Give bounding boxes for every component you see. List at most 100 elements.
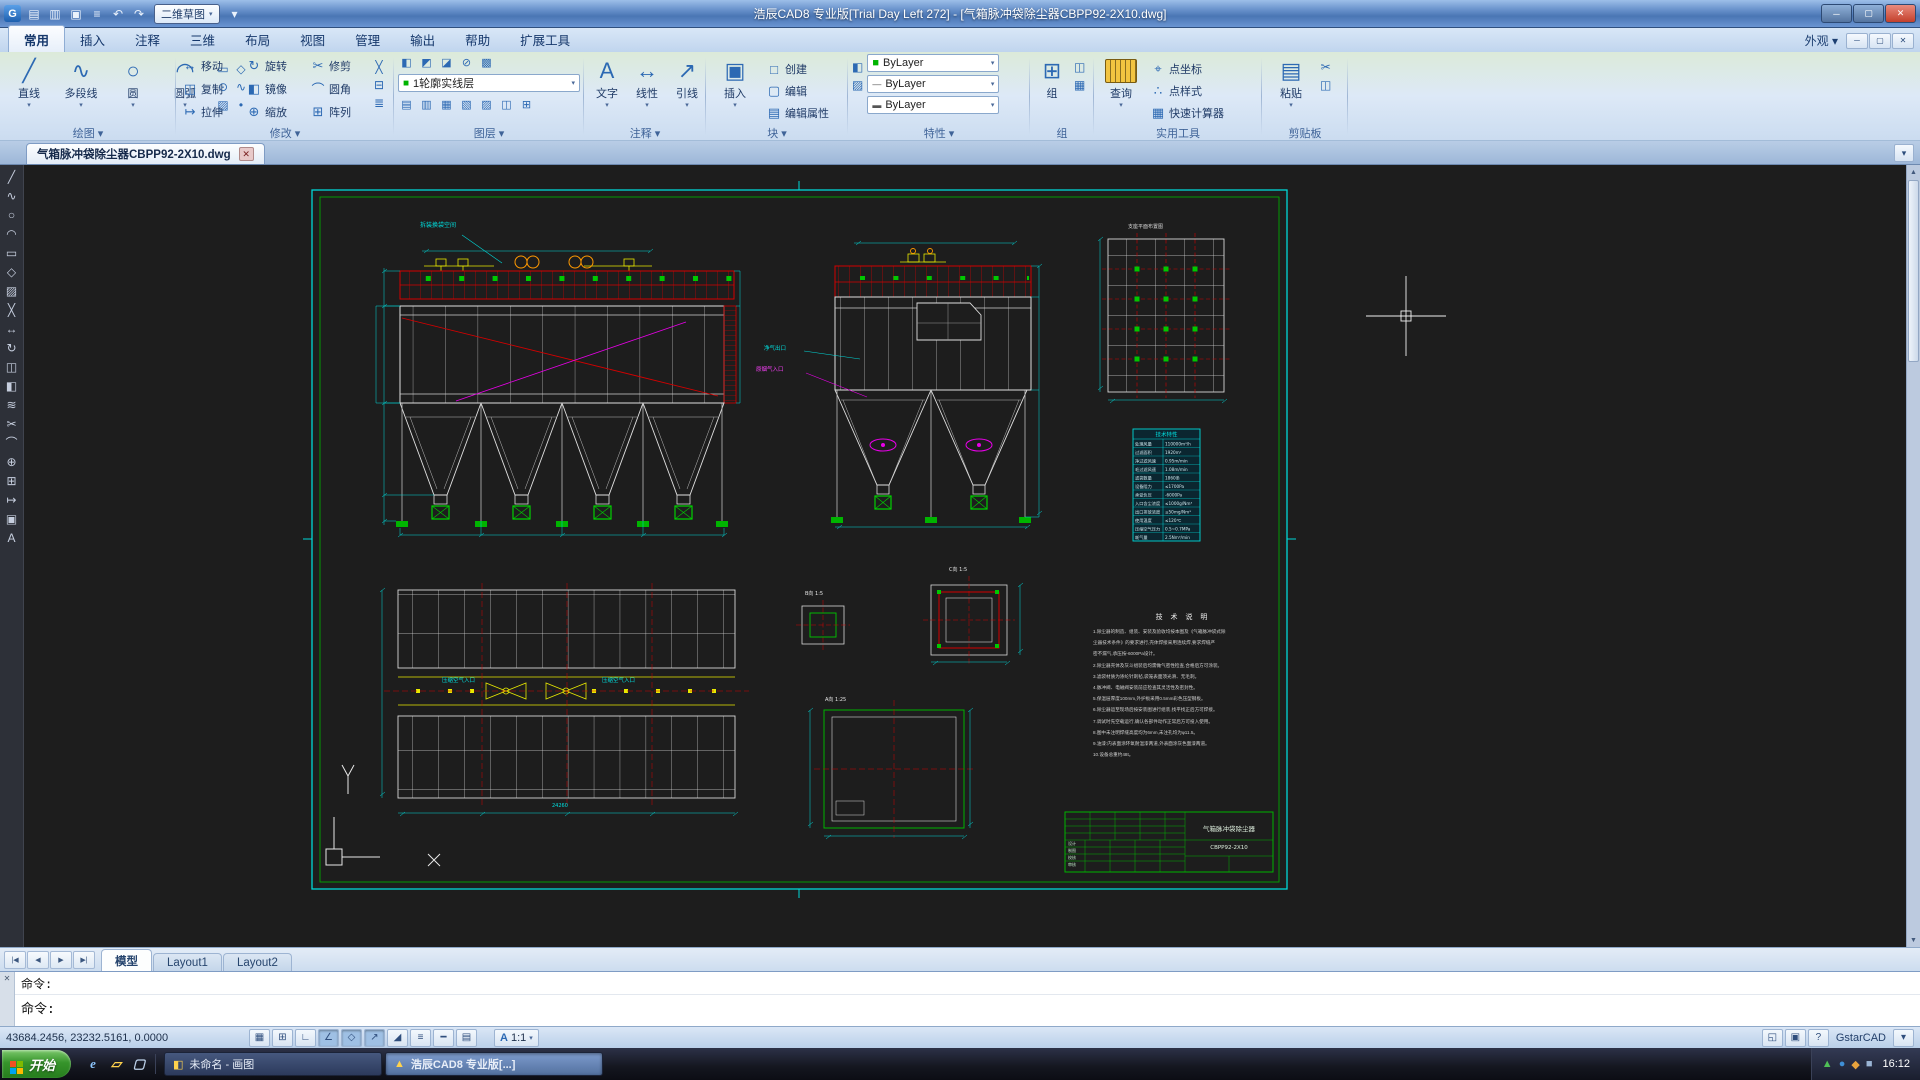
annotate-tool-button[interactable]: A 文字▾ xyxy=(588,54,626,124)
layer-state-icon[interactable]: ◪ xyxy=(438,54,455,70)
insert-block-button[interactable]: ▣ 插入▾ xyxy=(710,54,760,124)
layer-tool-icon[interactable]: ▥ xyxy=(418,96,435,112)
group-mini-button[interactable]: ◫ xyxy=(1074,58,1085,76)
draw-tool-button[interactable]: ∿ 多段线▾ xyxy=(56,54,106,124)
layer-tool-icon[interactable]: ▦ xyxy=(438,96,455,112)
block-tool-button[interactable]: ▤编辑属性 xyxy=(764,102,829,124)
status-toggle-button[interactable]: ∟ xyxy=(295,1029,316,1047)
quicklaunch-icon[interactable]: e xyxy=(83,1054,103,1074)
layer-tool-icon[interactable]: ▨ xyxy=(478,96,495,112)
document-tab[interactable]: 气箱脉冲袋除尘器CBPP92-2X10.dwg ✕ xyxy=(26,143,265,164)
status-toggle-button[interactable]: ⊞ xyxy=(272,1029,293,1047)
palette-tool-button[interactable]: ╱ xyxy=(1,167,23,186)
palette-tool-button[interactable]: ◇ xyxy=(1,262,23,281)
palette-tool-button[interactable]: ◠ xyxy=(1,224,23,243)
taskbar-task-button[interactable]: ▲ 浩辰CAD8 专业版[...] xyxy=(385,1052,603,1076)
palette-tool-button[interactable]: ↦ xyxy=(1,490,23,509)
panel-label-layers[interactable]: 图层 ▾ xyxy=(398,125,580,140)
vertical-scrollbar[interactable]: ▲ ▼ xyxy=(1906,165,1920,947)
utility-tool-button[interactable]: ⌖点坐标 xyxy=(1148,58,1224,80)
workspace-dropdown[interactable]: 二维草图 ▾ xyxy=(154,4,220,24)
appearance-dropdown[interactable]: 外观 ▾ xyxy=(1805,32,1838,49)
command-window[interactable]: ✕ 命令:命令: xyxy=(0,971,1920,1026)
tray-icon[interactable]: ● xyxy=(1839,1058,1846,1070)
scrollbar-thumb[interactable] xyxy=(1908,180,1919,362)
group-mini-button[interactable]: ▦ xyxy=(1074,76,1085,94)
layout-scroll-track[interactable] xyxy=(293,948,1920,971)
annotate-tool-button[interactable]: ↔ 线性▾ xyxy=(628,54,666,124)
ribbon-tab[interactable]: 视图 xyxy=(285,26,340,52)
palette-tool-button[interactable]: ▨ xyxy=(1,281,23,300)
palette-tool-button[interactable]: ∿ xyxy=(1,186,23,205)
status-toggle-button[interactable]: ━ xyxy=(433,1029,454,1047)
annotation-scale-dropdown[interactable]: A 1:1 ▾ xyxy=(494,1029,539,1047)
scroll-up-icon[interactable]: ▲ xyxy=(1907,165,1920,179)
quick-access-icon[interactable]: ▥ xyxy=(45,4,65,23)
status-toggle-button[interactable]: ◇ xyxy=(341,1029,362,1047)
layer-state-icon[interactable]: ◩ xyxy=(418,54,435,70)
panel-label-clipboard[interactable]: 剪贴板 xyxy=(1266,125,1344,140)
match-properties-icon[interactable]: ▨ xyxy=(852,76,863,94)
tray-icon[interactable]: ▲ xyxy=(1822,1058,1833,1070)
utility-tool-button[interactable]: ▦快速计算器 xyxy=(1148,102,1224,124)
status-toggle-button[interactable]: ▤ xyxy=(456,1029,477,1047)
palette-tool-button[interactable]: A xyxy=(1,528,23,547)
modify-tool-button[interactable]: ◧ 镜像 xyxy=(244,81,308,97)
quicklaunch-icon[interactable]: ▢ xyxy=(129,1054,149,1074)
status-menu-icon[interactable]: ▾ xyxy=(1893,1029,1914,1047)
draw-tool-button[interactable]: ○ 圆▾ xyxy=(108,54,158,124)
tray-icon[interactable]: ◆ xyxy=(1851,1058,1859,1071)
panel-label-draw[interactable]: 绘图 ▾ xyxy=(4,125,172,140)
palette-tool-button[interactable]: ≋ xyxy=(1,395,23,414)
quick-access-icon[interactable]: ▣ xyxy=(66,4,86,23)
layout-nav-button[interactable]: |◀ xyxy=(4,951,26,969)
drawing-canvas[interactable]: 技术特性 处理风量 110000m³/h 过滤面积 1920m² 净过滤风速 0… xyxy=(24,165,1906,947)
palette-tool-button[interactable]: ⊕ xyxy=(1,452,23,471)
palette-tool-button[interactable]: ↻ xyxy=(1,338,23,357)
doc-tab-menu-icon[interactable]: ▾ xyxy=(1894,144,1914,162)
status-toggle-button[interactable]: ▦ xyxy=(249,1029,270,1047)
start-button[interactable]: 开始 xyxy=(2,1050,71,1078)
layer-tool-icon[interactable]: ▤ xyxy=(398,96,415,112)
window-control-button[interactable]: ─ xyxy=(1821,4,1852,23)
palette-tool-button[interactable]: ⌒ xyxy=(1,433,23,452)
clock[interactable]: 16:12 xyxy=(1878,1058,1910,1070)
layer-tool-icon[interactable]: ⊞ xyxy=(518,96,535,112)
modify-tool-button[interactable]: ⊞ 阵列 xyxy=(308,104,370,120)
quicklaunch-icon[interactable]: ▱ xyxy=(106,1054,126,1074)
palette-tool-button[interactable]: ◧ xyxy=(1,376,23,395)
doc-close-icon[interactable]: ✕ xyxy=(239,147,254,161)
panel-label-block[interactable]: 块 ▾ xyxy=(710,125,844,140)
layout-nav-button[interactable]: ◀ xyxy=(27,951,49,969)
modify-tool-button[interactable]: ↦ 拉伸 xyxy=(180,104,244,120)
layer-state-icon[interactable]: ▩ xyxy=(478,54,495,70)
status-right-button[interactable]: ? xyxy=(1808,1029,1829,1047)
quick-access-icon[interactable]: ↶ xyxy=(108,4,128,23)
palette-tool-button[interactable]: ✂ xyxy=(1,414,23,433)
quick-access-icon[interactable]: ≡ xyxy=(87,4,107,23)
layer-tool-icon[interactable]: ◫ xyxy=(498,96,515,112)
modify-tool-button[interactable]: ⊕ 缩放 xyxy=(244,104,308,120)
qat-customize-icon[interactable]: ▾ xyxy=(225,4,245,23)
ribbon-tab[interactable]: 输出 xyxy=(395,26,450,52)
annotate-tool-button[interactable]: ↗ 引线▾ xyxy=(668,54,706,124)
inquiry-button[interactable]: 查询▾ xyxy=(1098,54,1144,124)
palette-tool-button[interactable]: ▭ xyxy=(1,243,23,262)
panel-label-group[interactable]: 组 xyxy=(1034,125,1090,140)
paste-button[interactable]: ▤ 粘贴▾ xyxy=(1266,54,1316,124)
ribbon-tab[interactable]: 三维 xyxy=(175,26,230,52)
status-toggle-button[interactable]: ↗ xyxy=(364,1029,385,1047)
status-right-button[interactable]: ◱ xyxy=(1762,1029,1783,1047)
modify-tool-button[interactable]: ↔ 移动 xyxy=(180,58,244,74)
layer-tool-icon[interactable]: ▧ xyxy=(458,96,475,112)
status-right-button[interactable]: ▣ xyxy=(1785,1029,1806,1047)
property-dropdown[interactable]: ■ ByLayer ▾ xyxy=(867,54,999,72)
taskbar-task-button[interactable]: ◧ 未命名 - 画图 xyxy=(164,1052,382,1076)
ribbon-tab[interactable]: 扩展工具 xyxy=(505,26,585,52)
quick-access-icon[interactable]: ▤ xyxy=(24,4,44,23)
modify-mini-button[interactable]: ≣ xyxy=(374,94,384,112)
property-dropdown[interactable]: ▬ ByLayer ▾ xyxy=(867,96,999,114)
tray-icon[interactable]: ■ xyxy=(1866,1058,1873,1070)
layer-state-icon[interactable]: ⊘ xyxy=(458,54,475,70)
command-close-icon[interactable]: ✕ xyxy=(4,974,11,983)
